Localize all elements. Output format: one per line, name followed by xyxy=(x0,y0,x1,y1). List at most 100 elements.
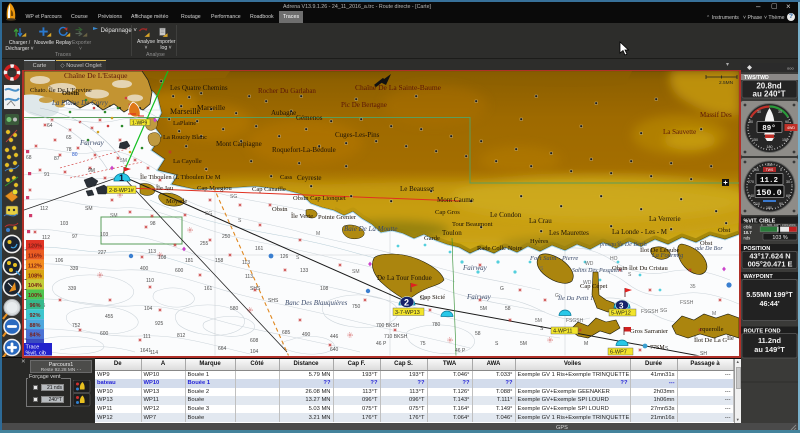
svg-text:FSGSH: FSGSH xyxy=(566,318,584,324)
svg-text:161: 161 xyxy=(204,286,213,292)
svg-text:Île Du Petit 1: Île Du Petit 1 xyxy=(557,294,593,302)
svg-text:Garde: Garde xyxy=(424,235,440,242)
svg-text:6-WP7: 6-WP7 xyxy=(610,350,627,356)
svg-text:cible: cible xyxy=(744,225,753,230)
svg-text:35: 35 xyxy=(690,284,696,290)
svg-text:446: 446 xyxy=(330,334,339,340)
svg-text:90: 90 xyxy=(779,202,783,206)
svg-text:Toulon: Toulon xyxy=(442,229,462,237)
svg-text:752: 752 xyxy=(72,323,81,329)
svg-text:M: M xyxy=(712,311,716,317)
svg-text:SHS: SHS xyxy=(268,298,279,304)
svg-text:Ceyreste: Ceyreste xyxy=(297,174,322,182)
svg-text:0: 0 xyxy=(780,168,782,172)
svg-text:98: 98 xyxy=(150,221,156,227)
svg-text:Rade Colle Noire: Rade Colle Noire xyxy=(477,245,523,252)
svg-text:108: 108 xyxy=(158,255,167,261)
svg-text:La Sauvette: La Sauvette xyxy=(663,128,696,136)
svg-text:30: 30 xyxy=(757,110,761,114)
svg-text:Cap Canaille: Cap Canaille xyxy=(252,186,286,193)
svg-text:89°: 89° xyxy=(762,124,776,133)
svg-text:Obstn Cap Lionquet: Obstn Cap Lionquet xyxy=(293,195,346,202)
svg-text:227: 227 xyxy=(98,250,107,256)
svg-text:150: 150 xyxy=(752,138,758,142)
svg-text:600: 600 xyxy=(100,331,109,337)
svg-text:Massif Des: Massif Des xyxy=(700,111,732,119)
svg-text:46 P: 46 P xyxy=(376,341,387,347)
svg-text:Le Beausset: Le Beausset xyxy=(400,185,434,193)
svg-text:5.55MN 199°T: 5.55MN 199°T xyxy=(746,290,793,299)
svg-text:58: 58 xyxy=(475,331,481,337)
svg-text:La Cayolle: La Cayolle xyxy=(173,158,202,165)
svg-text:Île Verte: Île Verte xyxy=(291,212,313,220)
svg-text:rquerolle: rquerolle xyxy=(700,326,724,333)
svg-text:103 %: 103 % xyxy=(772,235,787,241)
svg-text:400: 400 xyxy=(140,266,149,272)
svg-text:Pic De Bertagne: Pic De Bertagne xyxy=(341,101,387,109)
svg-text:4WD: 4WD xyxy=(787,126,795,130)
svg-text:925: 925 xyxy=(155,321,164,327)
svg-text:161: 161 xyxy=(255,246,264,252)
svg-text:600: 600 xyxy=(175,268,184,274)
svg-text:110: 110 xyxy=(146,278,154,284)
svg-text:Le Condon: Le Condon xyxy=(490,211,522,219)
svg-text:%vit. cib: %vit. cib xyxy=(26,351,46,356)
svg-text:84%: 84% xyxy=(30,333,41,339)
svg-text:Fairway: Fairway xyxy=(462,264,488,272)
svg-text:664: 664 xyxy=(218,346,227,352)
svg-text:608: 608 xyxy=(250,338,259,344)
svg-text:Moyade: Moyade xyxy=(166,198,187,205)
svg-text:4-WP11: 4-WP11 xyxy=(553,329,572,335)
svg-text:710 BKSH: 710 BKSH xyxy=(384,334,408,340)
svg-text:120%: 120% xyxy=(28,244,42,250)
svg-text:La Fourmig: La Fourmig xyxy=(651,252,684,259)
svg-text:SG: SG xyxy=(660,308,667,314)
svg-text:46:44': 46:44' xyxy=(759,299,779,308)
svg-text:58: 58 xyxy=(505,306,511,312)
svg-text:580: 580 xyxy=(230,306,239,312)
svg-text:Mont Carpiagne: Mont Carpiagne xyxy=(216,140,262,148)
svg-text:104%: 104% xyxy=(28,283,42,289)
svg-text:180: 180 xyxy=(766,206,772,210)
svg-text:30: 30 xyxy=(778,110,782,114)
svg-text:Chaîne De La Sainte-Baume: Chaîne De La Sainte-Baume xyxy=(355,83,442,92)
svg-text:339: 339 xyxy=(70,266,79,272)
svg-text:210: 210 xyxy=(754,202,760,206)
svg-text:330: 330 xyxy=(767,163,773,167)
svg-text:Chato. Île De L'Erevine: Chato. Île De L'Erevine xyxy=(30,86,92,94)
svg-text:300: 300 xyxy=(753,168,759,172)
svg-text:Gros Sarranier: Gros Sarranier xyxy=(630,328,669,335)
svg-text:M: M xyxy=(584,341,588,347)
svg-text:240: 240 xyxy=(748,194,754,198)
svg-text:64: 64 xyxy=(47,123,53,129)
svg-text:78: 78 xyxy=(66,147,72,153)
svg-text:106: 106 xyxy=(55,258,64,264)
svg-text:255: 255 xyxy=(200,241,209,247)
svg-text:5M: 5M xyxy=(480,306,487,312)
svg-text:270: 270 xyxy=(748,180,754,184)
svg-text:133: 133 xyxy=(300,268,309,274)
svg-text:91: 91 xyxy=(44,172,50,178)
svg-text:HO: HO xyxy=(610,256,618,262)
svg-text:11.2: 11.2 xyxy=(760,177,779,185)
svg-text:90: 90 xyxy=(749,120,753,124)
svg-text:SG: SG xyxy=(205,211,212,217)
svg-text:Roquefort-La-Bédoule: Roquefort-La-Bédoule xyxy=(272,146,336,154)
svg-text:005°20.471 E: 005°20.471 E xyxy=(748,260,793,269)
svg-text:La Crau: La Crau xyxy=(529,217,552,225)
svg-text:Obst: Obst xyxy=(718,227,730,234)
svg-text:nds: nds xyxy=(744,236,751,241)
svg-text:Aubagne: Aubagne xyxy=(271,109,296,117)
svg-text:103: 103 xyxy=(60,221,69,227)
svg-text:WAYPOINT: WAYPOINT xyxy=(744,274,774,280)
svg-text:Chaîne De L'Estaque: Chaîne De L'Estaque xyxy=(64,71,128,80)
svg-text:150: 150 xyxy=(782,138,788,142)
svg-text:FSSH: FSSH xyxy=(680,300,694,306)
svg-text:M: M xyxy=(316,231,320,237)
svg-text:97: 97 xyxy=(72,234,78,240)
svg-text:La Plaine De Carry: La Plaine De Carry xyxy=(51,99,109,107)
svg-text:Fairway: Fairway xyxy=(466,293,492,301)
svg-text:SM: SM xyxy=(85,206,93,212)
svg-text:90: 90 xyxy=(785,120,789,124)
svg-text:Fairway: Fairway xyxy=(79,139,105,147)
